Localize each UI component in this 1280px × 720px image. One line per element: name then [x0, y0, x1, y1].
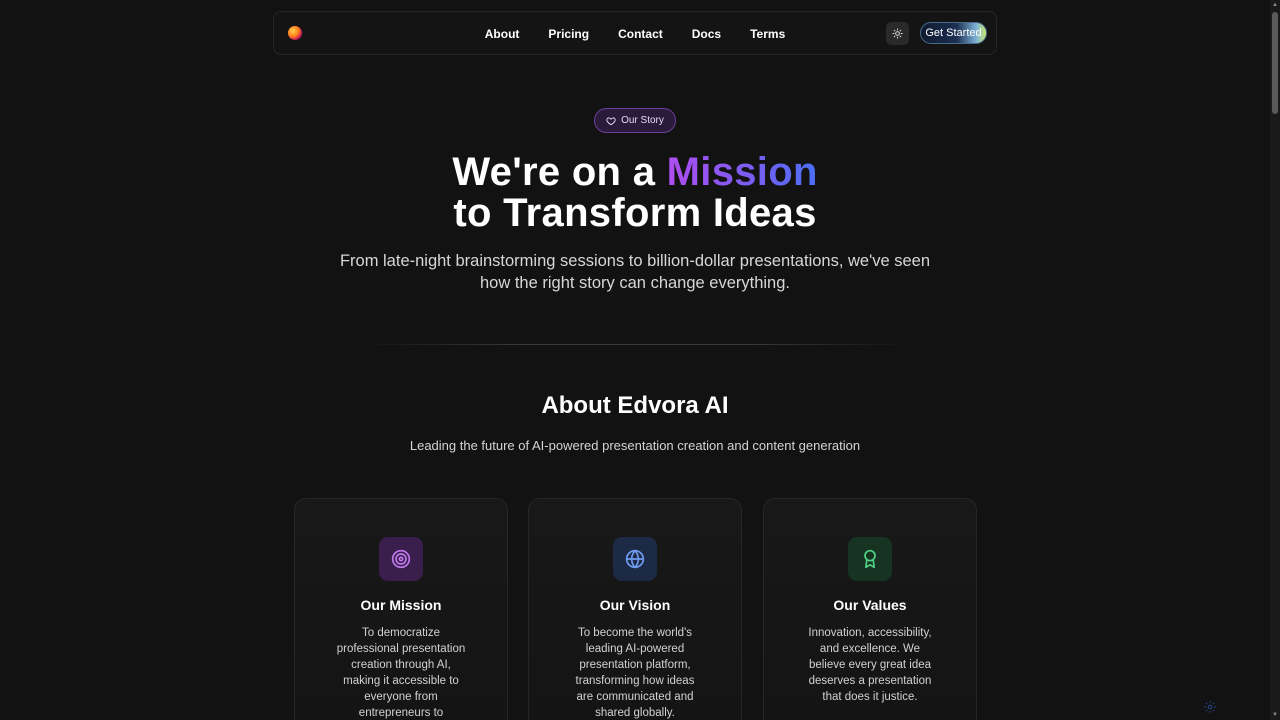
scroll-down-arrow[interactable]: ▼	[1272, 712, 1278, 718]
hero-subtitle: From late-night brainstorming sessions t…	[339, 252, 931, 292]
card-title: Our Mission	[360, 597, 442, 613]
globe-icon	[625, 549, 645, 569]
about-title: About Edvora AI	[541, 392, 729, 419]
card-text: To democratize professional presentation…	[336, 627, 466, 719]
scroll-thumb[interactable]	[1272, 12, 1278, 114]
card-title: Our Values	[833, 597, 907, 613]
nav-link-about[interactable]: About	[485, 27, 520, 41]
about-subtitle: Leading the future of AI-powered present…	[409, 438, 861, 453]
card-text: To become the world's leading AI-powered…	[575, 627, 695, 719]
get-started-button[interactable]: Get Started	[920, 22, 987, 44]
hero-title-part1: We're on a	[452, 150, 667, 194]
section-divider	[360, 344, 912, 345]
mission-icon-box	[379, 537, 423, 581]
sun-icon	[892, 28, 903, 39]
badge-label: Our Story	[621, 115, 664, 126]
hero-title: We're on a Mission to Transform Ideas	[0, 152, 1270, 234]
nav-link-contact[interactable]: Contact	[618, 27, 663, 41]
nav-link-terms[interactable]: Terms	[750, 27, 785, 41]
logo[interactable]	[288, 26, 302, 40]
values-icon-box	[848, 537, 892, 581]
vision-card: Our Vision To become the world's leading…	[528, 498, 742, 720]
card-text: Innovation, accessibility, and excellenc…	[808, 627, 932, 703]
settings-icon[interactable]	[1203, 700, 1217, 714]
navbar: About Pricing Contact Docs Terms Get Sta…	[273, 11, 997, 55]
heart-icon	[606, 116, 616, 125]
hero-title-line2: to Transform Ideas	[453, 191, 817, 235]
mission-card: Our Mission To democratize professional …	[294, 498, 508, 720]
values-card: Our Values Innovation, accessibility, an…	[763, 498, 977, 720]
our-story-badge: Our Story	[594, 108, 676, 133]
scroll-up-arrow[interactable]: ▲	[1272, 2, 1278, 8]
page-scrollbar[interactable]: ▲ ▼	[1270, 0, 1280, 720]
target-icon	[391, 549, 411, 569]
hero-title-highlight: Mission	[666, 150, 818, 194]
page: About Pricing Contact Docs Terms Get Sta…	[0, 0, 1280, 720]
card-title: Our Vision	[599, 597, 671, 613]
nav-link-pricing[interactable]: Pricing	[548, 27, 589, 41]
award-icon	[864, 549, 876, 569]
theme-toggle-button[interactable]	[886, 22, 909, 45]
nav-link-docs[interactable]: Docs	[692, 27, 721, 41]
vision-icon-box	[613, 537, 657, 581]
